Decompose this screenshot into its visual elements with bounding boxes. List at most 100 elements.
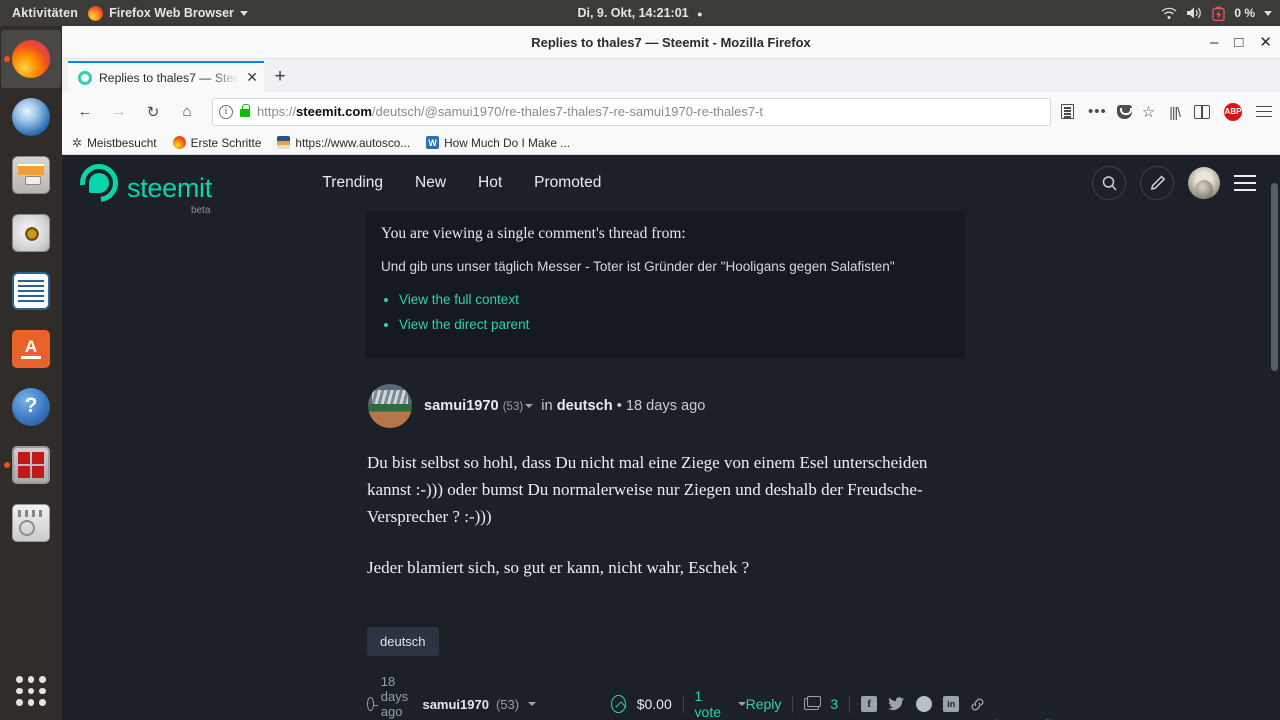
address-bar[interactable]: i https://steemit.com/deutsch/@samui1970… [212,97,1051,126]
hamburger-menu-icon[interactable] [1234,175,1256,191]
bookmark-label: Erste Schritte [190,135,262,150]
scrollbar-thumb[interactable] [1271,183,1278,371]
reload-button[interactable]: ↻ [138,98,168,126]
chevron-down-icon[interactable] [528,702,537,707]
dock-item-help[interactable] [1,378,61,436]
link-label: View the direct parent [399,317,530,332]
dock-item-ubuntu-software[interactable] [1,320,61,378]
app-menu-label: Firefox Web Browser [109,6,234,20]
comment-byline: samui1970 (53) in deutsch • 18 days ago [365,376,965,428]
back-button[interactable]: ← [70,98,100,126]
ubuntu-dock [0,26,62,720]
clock-icon [367,697,378,712]
page-actions-icon[interactable]: ••• [1088,103,1107,120]
sidebar-icon[interactable] [1194,104,1210,119]
dock-item-red-app[interactable] [1,436,61,494]
search-button[interactable] [1092,166,1126,200]
chevron-down-icon[interactable] [1264,10,1272,16]
avatar[interactable] [1188,167,1220,199]
nav-item-trending[interactable]: Trending [322,174,383,192]
dock-item-files[interactable] [1,146,61,204]
upvote-icon[interactable] [611,695,626,714]
firefox-menu-icon[interactable] [1256,105,1272,118]
nav-item-promoted[interactable]: Promoted [534,174,601,192]
posted-prefix: 18 days ago by [380,674,409,720]
nav-item-hot[interactable]: Hot [478,174,502,192]
footer-author[interactable]: samui1970 [422,697,489,712]
link-full-context[interactable]: View the full context [399,292,949,307]
chevron-down-icon[interactable] [525,404,534,409]
page-info-icon[interactable]: i [219,104,233,119]
minimize-button[interactable]: – [1210,35,1218,50]
comment-paragraph: Du bist selbst so hohl, dass Du nicht ma… [367,453,928,526]
app-menu-button[interactable]: Firefox Web Browser [88,5,248,21]
vote-count[interactable]: 1 vote [695,688,725,720]
rhythmbox-icon [12,214,50,252]
dock-item-firefox[interactable] [1,30,61,88]
files-icon [12,156,50,194]
nav-item-new[interactable]: New [415,174,446,192]
link-icon[interactable] [970,697,985,712]
system-tray[interactable]: 0 % [1161,0,1272,26]
firefox-icon [172,136,186,149]
dock-item-rhythmbox[interactable] [1,204,61,262]
reply-button[interactable]: Reply [746,696,782,712]
page-scrollbar[interactable] [1269,155,1280,720]
author-name[interactable]: samui1970 [424,398,499,414]
browser-tab[interactable]: Replies to thales7 — Steemit ✕ [68,61,264,92]
notice-heading: You are viewing a single comment's threa… [381,225,686,242]
maximize-button[interactable]: □ [1234,35,1243,50]
w-icon: W [426,136,440,149]
bookmark-item[interactable]: https://www.autosco... [277,136,410,150]
linkedin-icon[interactable]: in [943,696,960,713]
dock-item-libreoffice-writer[interactable] [1,262,61,320]
bookmark-star-icon[interactable]: ☆ [1142,103,1155,121]
pocket-icon[interactable] [1116,104,1133,119]
adblock-plus-icon[interactable]: ABP [1224,102,1242,121]
video-app-icon [12,446,50,484]
category-link[interactable]: deutsch [557,398,613,414]
avatar[interactable] [368,384,412,428]
running-indicator-icon [4,462,10,468]
twitter-icon[interactable] [888,697,905,711]
steemit-logo[interactable]: steemit beta [72,156,240,216]
byline-text: samui1970 (53) in deutsch • 18 days ago [424,398,705,414]
reader-view-icon[interactable] [1060,104,1074,119]
bookmark-item[interactable]: W How Much Do I Make ... [426,136,570,150]
tag-deutsch[interactable]: deutsch [367,627,439,657]
reddit-icon[interactable] [916,696,933,713]
notice-post-title: Und gib uns unser täglich Messer - Toter… [381,259,895,274]
window-title: Replies to thales7 — Steemit - Mozilla F… [531,34,811,50]
divider [849,695,851,713]
steemit-mark-icon [72,156,126,210]
facebook-icon[interactable]: f [861,696,878,713]
thunderbird-icon [12,98,50,136]
notice-links: View the full context View the direct pa… [399,292,949,332]
url-scheme: https:// [257,104,297,119]
ubuntu-software-icon [12,330,50,368]
new-tab-button[interactable]: + [264,61,296,92]
header-actions [1092,166,1256,200]
tag-row: deutsch [365,627,965,657]
link-direct-parent[interactable]: View the direct parent [399,317,949,332]
forward-button[interactable]: → [104,98,134,126]
tab-title: Replies to thales7 — Steemit [99,70,240,85]
bookmark-item[interactable]: Erste Schritte [172,135,262,150]
dock-item-settings-mixer[interactable] [1,494,61,552]
chevron-down-icon[interactable] [737,702,746,707]
brand-name: steemit [127,173,212,203]
tab-close-icon[interactable]: ✕ [246,69,258,86]
library-icon[interactable]: |||\ [1169,104,1181,120]
payout-value[interactable]: $0.00 [637,696,672,712]
dock-item-thunderbird[interactable] [1,88,61,146]
home-button[interactable]: ⌂ [172,98,202,126]
close-button[interactable]: ✕ [1259,35,1272,50]
clock-label: Di, 9. Okt, 14:21:01 [577,6,689,20]
bookmark-item[interactable]: ✲ Meistbesucht [72,136,157,150]
activities-button[interactable]: Aktivitäten [0,6,88,20]
divider [792,695,794,713]
show-applications-button[interactable] [16,676,46,706]
comment-bubble-icon[interactable] [804,696,822,711]
site-nav: Trending New Hot Promoted [322,174,601,192]
compose-button[interactable] [1140,166,1174,200]
